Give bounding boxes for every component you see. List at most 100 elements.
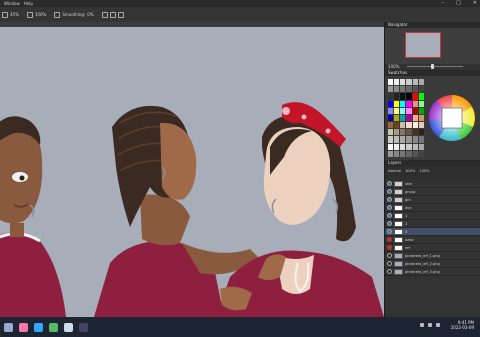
swatch-cell[interactable] bbox=[418, 122, 424, 129]
swatch-cell[interactable] bbox=[406, 122, 412, 129]
swatch-cell[interactable] bbox=[418, 107, 424, 114]
layer-visibility-icon[interactable] bbox=[387, 253, 392, 258]
swatch-cell[interactable] bbox=[400, 107, 406, 114]
swatch-cell[interactable] bbox=[388, 79, 394, 86]
layer-row[interactable]: 2 bbox=[385, 220, 480, 228]
layer-row[interactable]: line bbox=[385, 204, 480, 212]
swatch-cell[interactable] bbox=[412, 114, 418, 122]
layer-row[interactable]: pinterest_ref_1.png bbox=[385, 252, 480, 260]
swatch-cell[interactable] bbox=[400, 93, 406, 100]
layer-row[interactable]: group bbox=[385, 188, 480, 196]
swatch-cell[interactable] bbox=[412, 143, 418, 150]
swatch-cell[interactable] bbox=[400, 86, 406, 93]
swatch-cell[interactable] bbox=[406, 114, 412, 122]
swatch-cell[interactable] bbox=[412, 93, 418, 100]
swatch-cell[interactable] bbox=[394, 150, 400, 157]
maximize-icon[interactable]: □ bbox=[456, 0, 461, 6]
swatch-cell[interactable] bbox=[412, 100, 418, 107]
swatch-cell[interactable] bbox=[394, 107, 400, 114]
layer-row[interactable]: girl bbox=[385, 196, 480, 204]
swatch-cell[interactable] bbox=[394, 122, 400, 129]
zoom-value[interactable]: 100% bbox=[388, 64, 399, 69]
opacity-value[interactable]: 100% bbox=[405, 169, 415, 173]
layer-row[interactable]: pinterest_ref_2.png bbox=[385, 260, 480, 268]
pressure-icon[interactable] bbox=[26, 11, 33, 18]
angle-icon[interactable] bbox=[117, 11, 124, 18]
swatch-cell[interactable] bbox=[388, 93, 394, 100]
swatch-cell[interactable] bbox=[388, 86, 394, 93]
chrome-icon[interactable] bbox=[49, 322, 58, 332]
layer-visibility-icon[interactable] bbox=[387, 229, 392, 234]
swatch-cell[interactable] bbox=[394, 136, 400, 143]
blend-mode-select[interactable]: Normal bbox=[388, 169, 401, 173]
swatch-cell[interactable] bbox=[394, 143, 400, 150]
swatch-cell[interactable] bbox=[400, 79, 406, 86]
swatch-cell[interactable] bbox=[394, 129, 400, 136]
swatch-cell[interactable] bbox=[400, 122, 406, 129]
smoothing-value[interactable]: 0% bbox=[87, 12, 93, 17]
swatch-cell[interactable] bbox=[400, 129, 406, 136]
swatch-cell[interactable] bbox=[406, 86, 412, 93]
swatch-cell[interactable] bbox=[412, 86, 418, 93]
photoshop-icon[interactable] bbox=[34, 322, 43, 332]
swatch-cell[interactable] bbox=[388, 100, 394, 107]
layer-visibility-icon[interactable] bbox=[387, 237, 392, 242]
airbrush-icon[interactable] bbox=[54, 11, 61, 18]
menu-help[interactable]: Help bbox=[24, 1, 33, 6]
swatch-cell[interactable] bbox=[406, 107, 412, 114]
navigator-viewport[interactable] bbox=[405, 32, 441, 58]
swatch-cell[interactable] bbox=[406, 143, 412, 150]
layer-visibility-icon[interactable] bbox=[387, 245, 392, 250]
swatch-cell[interactable] bbox=[418, 86, 424, 93]
clock[interactable]: 9:41 PM 2022-03-09 bbox=[451, 320, 474, 330]
network-icon[interactable] bbox=[420, 323, 424, 327]
zoom-slider[interactable] bbox=[407, 66, 463, 67]
canvas[interactable] bbox=[0, 27, 384, 317]
swatch-cell[interactable] bbox=[400, 136, 406, 143]
layer-row[interactable]: 1 bbox=[385, 212, 480, 220]
layer-visibility-icon[interactable] bbox=[387, 261, 392, 266]
swatch-grid[interactable] bbox=[388, 79, 424, 157]
symmetry-icon[interactable] bbox=[109, 11, 116, 18]
fill-value[interactable]: 100% bbox=[419, 169, 429, 173]
swatch-cell[interactable] bbox=[406, 100, 412, 107]
layer-row[interactable]: base bbox=[385, 236, 480, 244]
swatch-cell[interactable] bbox=[418, 79, 424, 86]
swatch-cell[interactable] bbox=[388, 150, 394, 157]
swatch-cell[interactable] bbox=[418, 150, 424, 157]
swatch-cell[interactable] bbox=[406, 129, 412, 136]
layer-row[interactable]: ref bbox=[385, 244, 480, 252]
layer-visibility-icon[interactable] bbox=[387, 213, 392, 218]
swatch-cell[interactable] bbox=[418, 143, 424, 150]
swatch-cell[interactable] bbox=[412, 107, 418, 114]
swatch-cell[interactable] bbox=[412, 122, 418, 129]
layer-visibility-icon[interactable] bbox=[387, 197, 392, 202]
layer-row[interactable]: 3 bbox=[385, 228, 480, 236]
swatch-cell[interactable] bbox=[406, 150, 412, 157]
swatch-cell[interactable] bbox=[388, 129, 394, 136]
swatch-cell[interactable] bbox=[388, 143, 394, 150]
window-thumbnail[interactable] bbox=[79, 322, 88, 332]
swatch-cell[interactable] bbox=[400, 100, 406, 107]
swatch-cell[interactable] bbox=[388, 122, 394, 129]
swatch-cell[interactable] bbox=[412, 79, 418, 86]
swatch-cell[interactable] bbox=[394, 114, 400, 122]
layer-visibility-icon[interactable] bbox=[387, 189, 392, 194]
swatch-cell[interactable] bbox=[406, 136, 412, 143]
color-wheel[interactable] bbox=[427, 80, 477, 156]
volume-icon[interactable] bbox=[428, 323, 432, 327]
swatch-cell[interactable] bbox=[388, 107, 394, 114]
app-icon[interactable] bbox=[19, 322, 28, 332]
zoom-slider-handle[interactable] bbox=[431, 64, 434, 69]
swatch-cell[interactable] bbox=[394, 100, 400, 107]
layer-visibility-icon[interactable] bbox=[387, 181, 392, 186]
layer-visibility-icon[interactable] bbox=[387, 221, 392, 226]
swatch-cell[interactable] bbox=[394, 79, 400, 86]
zoom-b-value[interactable]: 100% bbox=[35, 12, 46, 17]
layer-row[interactable]: skin bbox=[385, 180, 480, 188]
swatch-cell[interactable] bbox=[400, 114, 406, 122]
navigator-preview[interactable] bbox=[385, 28, 480, 64]
explorer-icon[interactable] bbox=[64, 322, 73, 332]
swatch-cell[interactable] bbox=[418, 114, 424, 122]
battery-icon[interactable] bbox=[436, 323, 440, 327]
